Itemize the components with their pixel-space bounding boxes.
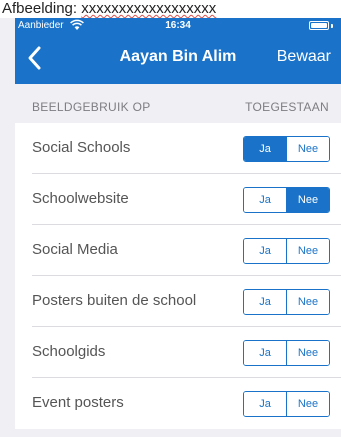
settings-content: BEELDGEBRUIK OP TOEGESTAAN Social School… <box>15 84 341 437</box>
row-label: Schoolwebsite <box>32 190 129 207</box>
yes-no-toggle: Ja Nee <box>243 136 330 162</box>
yes-no-toggle: Ja Nee <box>243 391 330 417</box>
section-title: BEELDGEBRUIK OP <box>32 100 151 114</box>
yes-no-toggle: Ja Nee <box>243 238 330 264</box>
no-option[interactable]: Nee <box>286 188 329 212</box>
status-bar: Aanbieder 16:34 <box>15 18 341 33</box>
yes-no-toggle: Ja Nee <box>243 187 330 213</box>
yes-no-toggle: Ja Nee <box>243 289 330 315</box>
permissions-list: Social Schools Ja Nee Schoolwebsite Ja Nee Soc… <box>15 123 341 429</box>
no-option[interactable]: Nee <box>286 239 329 263</box>
list-item: Posters buiten de school Ja Nee <box>15 276 341 327</box>
no-option[interactable]: Nee <box>286 290 329 314</box>
list-item: Schoolwebsite Ja Nee <box>15 174 341 225</box>
row-label: Social Schools <box>32 139 131 156</box>
caption-label: Afbeelding: <box>2 0 82 17</box>
no-option[interactable]: Nee <box>286 341 329 365</box>
list-item: Social Media Ja Nee <box>15 225 341 276</box>
row-label: Posters buiten de school <box>32 292 197 309</box>
section-header: BEELDGEBRUIK OP TOEGESTAAN <box>15 84 341 123</box>
caption-text: Afbeelding: xxxxxxxxxxxxxxxxxx <box>0 0 341 18</box>
nav-bar: Aayan Bin Alim Bewaar <box>15 33 341 84</box>
list-item: Social Schools Ja Nee <box>15 123 341 174</box>
row-label: Social Media <box>32 241 118 258</box>
clock: 16:34 <box>165 20 191 31</box>
list-item: Schoolgids Ja Nee <box>15 327 341 378</box>
battery-icon <box>309 21 329 30</box>
row-label: Schoolgids <box>32 343 106 360</box>
battery-tip <box>331 24 333 28</box>
yes-option[interactable]: Ja <box>244 188 286 212</box>
yes-option[interactable]: Ja <box>244 392 286 416</box>
yes-option[interactable]: Ja <box>244 341 286 365</box>
row-label: Event posters <box>32 394 124 411</box>
yes-option[interactable]: Ja <box>244 290 286 314</box>
column-title: TOEGESTAAN <box>245 100 329 114</box>
save-button[interactable]: Bewaar <box>277 48 331 66</box>
yes-no-toggle: Ja Nee <box>243 340 330 366</box>
no-option[interactable]: Nee <box>286 392 329 416</box>
no-option[interactable]: Nee <box>286 137 329 161</box>
yes-option[interactable]: Ja <box>244 137 286 161</box>
list-item: Event posters Ja Nee <box>15 378 341 429</box>
caption-squiggle: xxxxxxxxxxxxxxxxxx <box>81 0 217 17</box>
yes-option[interactable]: Ja <box>244 239 286 263</box>
